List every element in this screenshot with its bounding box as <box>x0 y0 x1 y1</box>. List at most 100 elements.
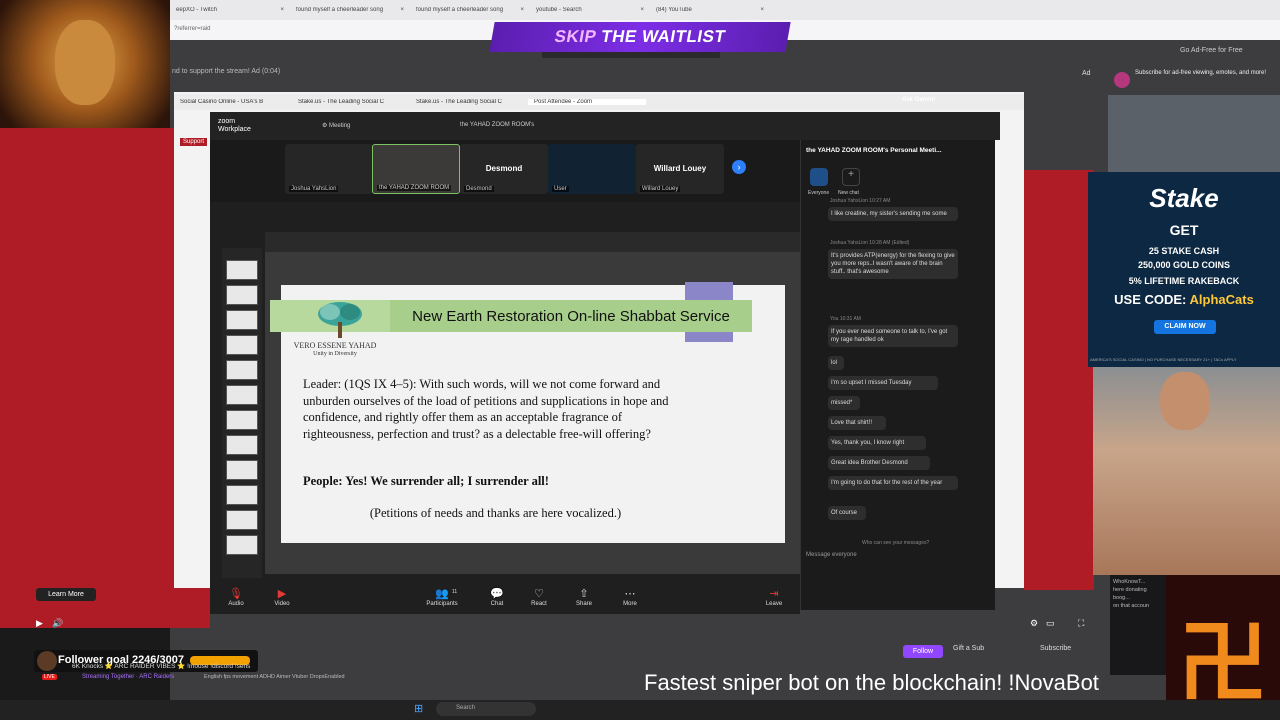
slide-petitions-text: (Petitions of needs and thanks are here … <box>369 506 622 520</box>
windows-start-icon[interactable]: ⊞ <box>414 703 426 715</box>
meeting-menu[interactable]: ⚙ Meeting <box>322 122 350 129</box>
skip-word: SKIP <box>553 27 599 46</box>
subscribe-promo-text: Subscribe for ad-free viewing, emotes, a… <box>1135 70 1267 76</box>
chat-button[interactable]: 💬 Chat <box>477 588 517 607</box>
participant-tile[interactable]: Joshua YahsLion <box>285 144 373 194</box>
zoom-browser-tab[interactable]: Stake.us - The Leading Social C <box>292 99 410 105</box>
participant-center-name: Desmond <box>485 164 523 173</box>
audio-label: Audio <box>228 601 244 607</box>
video-off-icon: ▶ <box>277 588 287 600</box>
slide-thumbnail[interactable] <box>226 285 258 305</box>
share-icon: ⇧ <box>579 588 589 600</box>
new-chat-button[interactable]: + <box>842 168 860 186</box>
stake-offer-line: 25 STAKE CASH <box>1148 246 1220 256</box>
subscribe-button[interactable]: Subscribe <box>1040 645 1071 652</box>
more-label: More <box>623 601 637 607</box>
slide-people-text: People: Yes! We surrender all; I surrend… <box>303 474 549 488</box>
slide-thumbnail[interactable] <box>226 510 258 530</box>
chat-icon: 💬 <box>490 588 504 600</box>
more-button[interactable]: ⋯ More <box>610 588 650 607</box>
chat-message: If you ever need someone to talk to, I'v… <box>828 325 958 347</box>
play-icon[interactable]: ▶ <box>36 618 43 629</box>
live-badge: LIVE <box>42 674 57 680</box>
waitlist-words: THE WAITLIST <box>599 27 728 46</box>
slide-thumbnail[interactable] <box>226 385 258 405</box>
windows-taskbar <box>0 700 1280 720</box>
fullscreen-icon[interactable]: ⛶ <box>1078 618 1084 629</box>
ad-free-link[interactable]: Go Ad-Free for Free <box>1180 47 1243 54</box>
twitch-chat-line: on that accoun <box>1113 603 1150 609</box>
follow-button[interactable]: Follow <box>903 645 943 658</box>
chat-message-input[interactable]: Message everyone <box>806 552 986 566</box>
learn-more-button[interactable]: Learn More <box>36 588 96 601</box>
twitch-chat-line: boog... <box>1113 595 1130 601</box>
slide-title: New Earth Restoration On-line Shabbat Se… <box>390 300 752 332</box>
zoom-browser-tab[interactable]: Stake.us - The Leading Social C <box>410 99 528 105</box>
leave-button[interactable]: ⇥ Leave <box>754 588 794 607</box>
participant-name: the YAHAD ZOOM ROOM <box>377 185 452 191</box>
meeting-label: Meeting <box>329 123 351 129</box>
browser-tab[interactable]: found myself a cheerleader song × <box>410 7 530 13</box>
streamer-avatar[interactable] <box>37 651 57 671</box>
chat-label: Chat <box>490 601 504 607</box>
slide-thumbnail[interactable] <box>226 360 258 380</box>
chat-message: I'm going to do that for the rest of the… <box>828 476 958 490</box>
chat-tab-everyone[interactable] <box>810 168 828 186</box>
volume-icon[interactable]: 🔊 <box>52 618 63 629</box>
zoom-browser-tab-active[interactable]: Post Attendee - Zoom <box>528 99 646 105</box>
chat-header: the YAHAD ZOOM ROOM's Personal Meeti... <box>806 147 942 154</box>
slide-thumbnail[interactable] <box>226 260 258 280</box>
browser-tab-strip: eepXO - Twitch × found myself a cheerlead… <box>170 0 1280 20</box>
stake-code-label: USE CODE: <box>1114 292 1187 307</box>
slide-thumbnail[interactable] <box>226 435 258 455</box>
browser-tab[interactable]: eepXO - Twitch × <box>170 7 290 13</box>
browser-tab[interactable]: found myself a cheerleader song × <box>290 7 410 13</box>
video-button[interactable]: ▶ Video <box>262 588 302 607</box>
browser-tab[interactable]: (84) YouTube × <box>650 7 770 13</box>
who-can-see-link[interactable]: Who can see your messages? <box>862 540 929 546</box>
audio-button[interactable]: 🎙 Audio <box>216 588 256 607</box>
support-link[interactable]: Support <box>180 138 208 146</box>
slide-thumbnail[interactable] <box>226 410 258 430</box>
slide-thumbnail[interactable] <box>226 460 258 480</box>
slide-thumbnail[interactable] <box>226 535 258 555</box>
slides-toolbar <box>265 232 800 252</box>
participant-center-name: Willard Louey <box>653 164 707 173</box>
gift-sub-button[interactable]: Gift a Sub <box>953 645 984 652</box>
room-title: the YAHAD ZOOM ROOM's <box>460 122 535 128</box>
claim-now-button[interactable]: CLAIM NOW <box>1154 320 1216 334</box>
theatre-icon[interactable]: ▭ <box>1046 618 1055 629</box>
ask-gemini-button[interactable]: Ask Gemini <box>902 97 935 103</box>
share-label: Share <box>575 601 592 607</box>
next-participants-icon[interactable]: › <box>732 160 746 174</box>
more-icon: ⋯ <box>624 588 636 600</box>
mic-muted-icon: 🎙 <box>229 588 243 600</box>
slide-thumbnail[interactable] <box>226 310 258 330</box>
participant-tile[interactable]: Willard Louey Willard Louey <box>636 144 724 194</box>
stake-offer-line: 5% LIFETIME RAKEBACK <box>1128 276 1240 286</box>
taskbar-search[interactable]: Search <box>436 702 536 716</box>
participant-name: User <box>552 186 569 192</box>
slide-thumbnail[interactable] <box>226 485 258 505</box>
browser-tab[interactable]: youtube - Search × <box>530 7 650 13</box>
slide-thumbnail[interactable] <box>226 335 258 355</box>
settings-icon[interactable]: ⚙ <box>1030 618 1038 629</box>
chat-message: missed* <box>828 396 860 410</box>
participant-tile[interactable]: Desmond Desmond <box>460 144 548 194</box>
lion-face-image <box>55 20 115 105</box>
chat-message: Yes, thank you, I know right <box>828 436 926 450</box>
participants-count: 11 <box>452 589 458 595</box>
participant-tile[interactable]: User <box>548 144 636 194</box>
react-button[interactable]: ♡ React <box>519 588 559 607</box>
zoom-logo: zoom Workplace <box>218 118 251 134</box>
participant-tile-active[interactable]: the YAHAD ZOOM ROOM <box>372 144 460 194</box>
ad-red-banner-right <box>1024 170 1094 590</box>
streaming-together-link[interactable]: Streaming Together · ARC Raiders <box>82 674 174 680</box>
stake-logo: Stake <box>1149 183 1219 213</box>
participant-name: Joshua YahsLion <box>289 186 339 192</box>
share-button[interactable]: ⇧ Share <box>564 588 604 607</box>
twitch-chat-line: here donating <box>1113 587 1147 593</box>
leave-icon: ⇥ <box>769 588 779 600</box>
stream-title: 6K Knocks ⭐ ARC RAIDER VIBES ⭐ !mouse !d… <box>72 663 251 670</box>
zoom-browser-tab[interactable]: Social Casino Online - USA's B <box>174 99 292 105</box>
